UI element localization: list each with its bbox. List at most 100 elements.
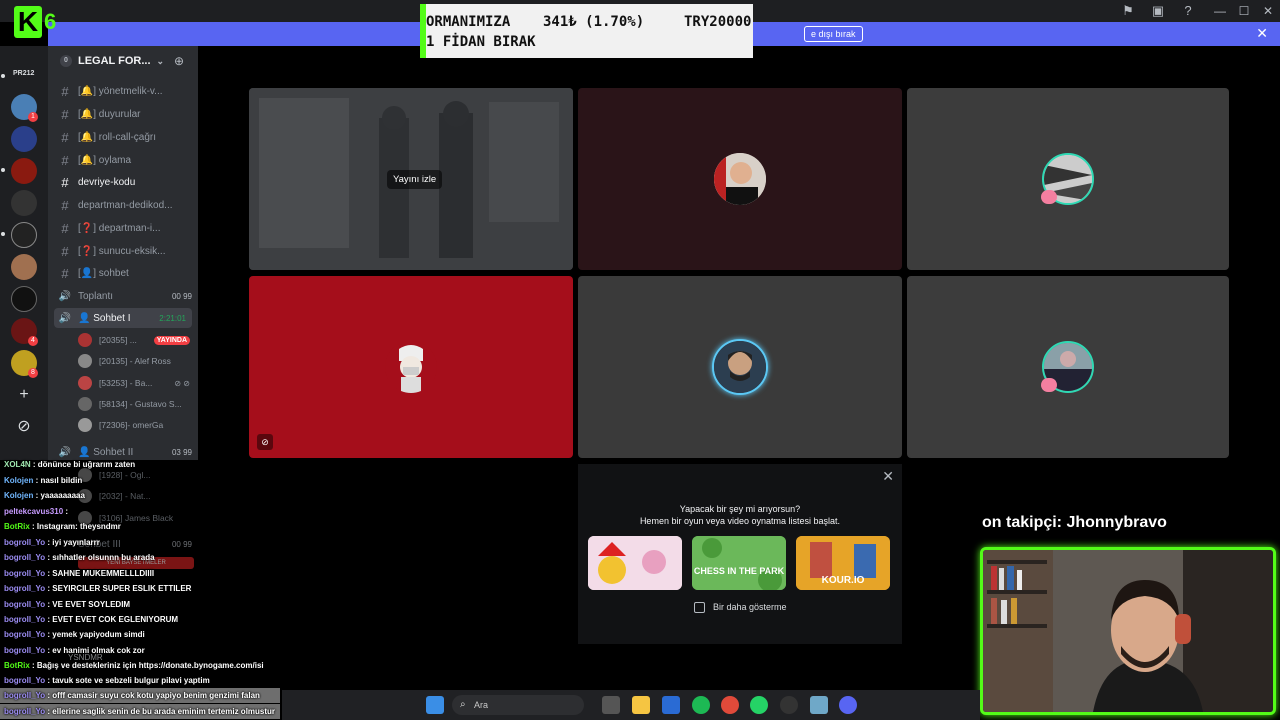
activity-subtitle: Hemen bir oyun veya video oynatma listes… [639,516,841,526]
participant-tile[interactable] [907,276,1229,458]
server-icon[interactable] [11,222,37,248]
chat-text: : nasıl bildin [33,476,83,485]
chrome-icon[interactable] [721,696,739,714]
channel-label: [🔔] yönetmelik-v... [78,85,163,97]
voice-user[interactable]: [20135] - Alef Ross [78,351,198,371]
channel-item[interactable]: # [🔔] duyurular [58,104,198,124]
minimize-button[interactable]: — [1208,0,1232,22]
unread-pip [1,168,5,172]
server-icon[interactable] [11,254,37,280]
webcam-feed [983,550,1273,712]
chat-text: : iyi yayınlarrr [45,538,100,547]
inbox-flag-icon[interactable]: ⚑ [1120,3,1136,19]
participant-tile[interactable]: ⊘ [249,276,573,458]
participant-avatar-speaking [712,339,768,395]
channel-item[interactable]: # departman-dedikod... [58,195,198,215]
chat-username: BotRix [4,522,30,531]
help-icon[interactable]: ? [1180,3,1196,19]
status-emoji-icon [1041,378,1057,392]
spotify-icon[interactable] [692,696,710,714]
dont-show-again-label: Bir daha gösterme [713,602,787,612]
chat-username: bogroll_Yo [4,553,46,562]
unread-badge: 1 [28,112,38,122]
voice-user[interactable]: [20355] ... YAYINDA [78,330,198,350]
app-icon[interactable] [810,696,828,714]
explore-icon[interactable]: ⊘ [11,414,37,440]
banner-close-icon[interactable]: ✕ [1256,25,1268,42]
voice-user[interactable]: [58134] - Gustavo S... [78,394,198,414]
participant-tile[interactable] [578,276,902,458]
windows-taskbar: ⌕ Ara [282,690,980,720]
server-icon[interactable] [11,190,37,216]
kick-six-glyph: 6 [44,9,57,34]
chat-message: peltekcavus310 : [4,507,68,516]
game-card[interactable] [588,536,682,590]
channel-item[interactable]: # [❓] departman-i... [58,218,198,238]
participant-tile[interactable] [578,88,902,270]
stream-tile[interactable]: Yayını izle [249,88,573,270]
chat-message: bogroll_Yo : offf camasir suyu cok kotu … [4,691,260,700]
voice-user[interactable]: [72306]- omerGa [78,415,198,435]
chat-message: bogroll_Yo : VE EVET SOYLEDIM [4,600,130,609]
chat-message: bogroll_Yo : ellerine saglik senin de bu… [4,707,275,716]
avatar [78,376,92,390]
game-card-chess[interactable]: CHESS IN THE PARK [692,536,786,590]
file-explorer-icon[interactable] [632,696,650,714]
hash-icon: # [61,174,69,190]
obs-icon[interactable] [780,696,798,714]
voice-channel[interactable]: 🔊 Toplantı 00 99 [58,286,198,306]
start-button-icon[interactable] [426,696,444,714]
user-name: [20135] - Alef Ross [99,356,171,366]
server-icon[interactable] [11,286,37,312]
status-emoji-icon [1041,190,1057,204]
hash-icon: # [61,106,69,122]
channel-item[interactable]: # [👤] sohbet [58,263,198,283]
user-name: [72306]- omerGa [99,420,164,430]
server-header[interactable]: 0 LEGAL FOR... ⌄ [60,55,164,67]
whatsapp-icon[interactable] [750,696,768,714]
chat-text: : yaaaaaaaaa [33,491,85,500]
voice-channel-active[interactable]: 🔊 👤 Sohbet I 2:21:01 [54,308,192,328]
participant-tile[interactable] [907,88,1229,270]
banner-action-button[interactable]: e dışı bırak [804,26,863,42]
store-icon[interactable] [662,696,680,714]
chat-message: bogroll_Yo : ev hanimi olmak cok zor [4,646,145,655]
chat-text: : yemek yapiyodum simdi [45,630,145,639]
watch-stream-button[interactable]: Yayını izle [387,170,443,189]
channel-item[interactable]: # [🔔] roll-call-çağrı [58,127,198,147]
speaker-icon: 🔊 [58,446,72,458]
invite-people-icon[interactable]: ⊕ [174,54,184,68]
task-view-icon[interactable] [602,696,620,714]
screen-icon[interactable]: ▣ [1150,3,1166,19]
chat-username: Kolojen [4,476,34,485]
chat-text: : SEYIRCILER SUPER ESLIK ETTILER [45,584,192,593]
close-icon[interactable]: ✕ [882,468,894,485]
channel-sidebar: 0 LEGAL FOR... ⌄ ⊕ # [🔔] yönetmelik-v... … [48,46,198,460]
server-icon[interactable] [11,158,37,184]
chat-message: bogroll_Yo : sıhhatler olsunnn bu arada [4,553,155,562]
chat-text: : Bağış ve destekleriniz için https://do… [29,661,264,670]
channel-item[interactable]: # [🔔] oylama [58,150,198,170]
chat-username: bogroll_Yo [4,676,46,685]
server-rail: PR212 1 4 8 + ⊘ [0,46,48,460]
hash-icon: # [61,152,69,168]
taskbar-search[interactable]: ⌕ Ara [452,695,584,715]
game-card-kour[interactable]: KOUR.IO [796,536,890,590]
maximize-button[interactable]: ☐ [1232,0,1256,22]
chat-username: bogroll_Yo [4,538,46,547]
discord-icon[interactable] [839,696,857,714]
channel-item[interactable]: # devriye-kodu [58,172,198,192]
server-icon[interactable] [11,126,37,152]
add-server-icon[interactable]: + [11,382,37,408]
donation-progress: 341₺ (1.70%) [543,14,645,30]
voice-user[interactable]: [53253] - Ba... ⊘ ⊘ [78,373,198,393]
unread-badge: 8 [28,368,38,378]
dont-show-again-checkbox[interactable] [694,602,705,613]
channel-item[interactable]: # [❓] sunucu-eksik... [58,241,198,261]
channel-item[interactable]: # [🔔] yönetmelik-v... [58,81,198,101]
chat-message: XOL4N : dönünce bi uğrarım zaten [4,460,135,469]
close-window-button[interactable]: ✕ [1256,0,1280,22]
donation-title: ORMANIMIZA [426,14,511,30]
chat-text: : VE EVET SOYLEDIM [45,600,131,609]
game-name: CHESS IN THE PARK [693,566,785,576]
